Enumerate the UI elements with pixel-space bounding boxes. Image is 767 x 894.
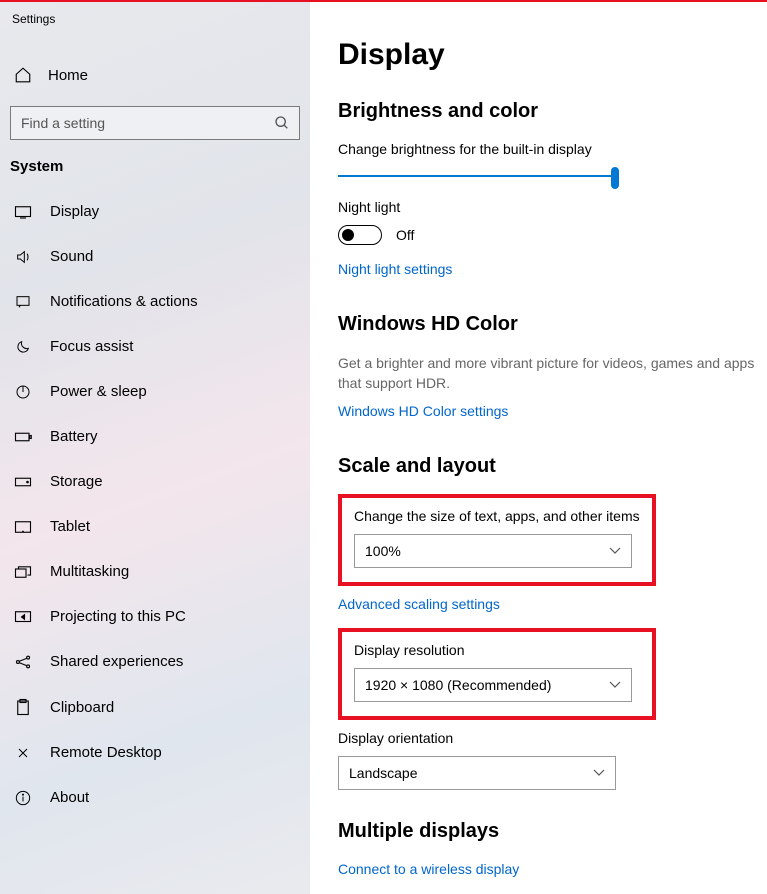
home-icon: [14, 66, 32, 84]
orientation-select[interactable]: Landscape: [338, 756, 616, 790]
notifications-icon: [14, 294, 32, 310]
chevron-down-icon: [593, 769, 605, 777]
sidebar-item-sound[interactable]: Sound: [0, 234, 310, 279]
multitasking-icon: [14, 565, 32, 579]
hdcolor-section: Windows HD Color Get a brighter and more…: [338, 313, 767, 419]
brightness-section: Brightness and color Change brightness f…: [338, 100, 767, 277]
sidebar-item-remote[interactable]: Remote Desktop: [0, 730, 310, 775]
battery-icon: [14, 431, 32, 443]
orientation-value: Landscape: [349, 765, 418, 781]
sidebar-item-notifications[interactable]: Notifications & actions: [0, 279, 310, 324]
sidebar-item-multitasking[interactable]: Multitasking: [0, 549, 310, 594]
section-title: Windows HD Color: [338, 313, 767, 336]
sidebar-item-label: Storage: [50, 473, 103, 490]
resolution-highlight-box: Display resolution 1920 × 1080 (Recommen…: [338, 628, 656, 720]
chevron-down-icon: [609, 681, 621, 689]
hdcolor-link[interactable]: Windows HD Color settings: [338, 403, 767, 419]
sidebar-item-display[interactable]: Display: [0, 189, 310, 234]
chevron-down-icon: [609, 547, 621, 555]
wireless-display-link[interactable]: Connect to a wireless display: [338, 861, 767, 877]
sidebar-item-label: About: [50, 789, 89, 806]
multiple-displays-section: Multiple displays Connect to a wireless …: [338, 820, 767, 877]
section-title: Brightness and color: [338, 100, 767, 123]
sound-icon: [14, 249, 32, 265]
nightlight-label: Night light: [338, 199, 767, 215]
advanced-scaling-link[interactable]: Advanced scaling settings: [338, 596, 767, 612]
window-title: Settings: [0, 2, 310, 36]
display-icon: [14, 205, 32, 219]
home-label: Home: [48, 67, 88, 84]
sidebar-item-shared[interactable]: Shared experiences: [0, 639, 310, 684]
resolution-select[interactable]: 1920 × 1080 (Recommended): [354, 668, 632, 702]
sidebar-item-label: Clipboard: [50, 699, 114, 716]
sidebar-item-battery[interactable]: Battery: [0, 414, 310, 459]
sidebar-item-label: Remote Desktop: [50, 744, 162, 761]
nightlight-settings-link[interactable]: Night light settings: [338, 261, 767, 277]
sidebar-item-about[interactable]: About: [0, 775, 310, 820]
storage-icon: [14, 476, 32, 488]
sidebar-item-label: Focus assist: [50, 338, 133, 355]
sidebar-item-label: Sound: [50, 248, 93, 265]
orientation-label: Display orientation: [338, 730, 767, 746]
sidebar: Settings Home System Display Sound: [0, 0, 310, 894]
sidebar-item-projecting[interactable]: Projecting to this PC: [0, 594, 310, 639]
clipboard-icon: [14, 698, 32, 716]
brightness-slider-label: Change brightness for the built-in displ…: [338, 141, 767, 157]
section-title: Multiple displays: [338, 820, 767, 843]
nav-list: Display Sound Notifications & actions Fo…: [0, 189, 310, 820]
sidebar-item-label: Shared experiences: [50, 653, 183, 670]
projecting-icon: [14, 610, 32, 624]
sidebar-item-label: Display: [50, 203, 99, 220]
section-title: Scale and layout: [338, 455, 767, 478]
resolution-label: Display resolution: [354, 642, 640, 658]
nightlight-toggle[interactable]: [338, 225, 382, 245]
slider-thumb[interactable]: [611, 167, 619, 189]
sidebar-item-power[interactable]: Power & sleep: [0, 369, 310, 414]
sidebar-item-label: Power & sleep: [50, 383, 147, 400]
hdcolor-desc: Get a brighter and more vibrant picture …: [338, 354, 767, 393]
remote-icon: [14, 745, 32, 761]
scale-section: Scale and layout Change the size of text…: [338, 455, 767, 790]
shared-icon: [14, 654, 32, 670]
power-icon: [14, 384, 32, 400]
home-nav[interactable]: Home: [0, 54, 310, 96]
scale-highlight-box: Change the size of text, apps, and other…: [338, 494, 656, 586]
sidebar-item-focus-assist[interactable]: Focus assist: [0, 324, 310, 369]
page-title: Display: [338, 38, 767, 72]
sidebar-item-label: Multitasking: [50, 563, 129, 580]
text-size-select[interactable]: 100%: [354, 534, 632, 568]
sidebar-item-clipboard[interactable]: Clipboard: [0, 684, 310, 730]
sidebar-item-label: Projecting to this PC: [50, 608, 186, 625]
info-icon: [14, 790, 32, 806]
section-label: System: [0, 158, 310, 189]
sidebar-item-label: Notifications & actions: [50, 293, 198, 310]
main-content: Display Brightness and color Change brig…: [310, 0, 767, 894]
brightness-slider[interactable]: [338, 175, 616, 177]
sidebar-item-label: Tablet: [50, 518, 90, 535]
text-size-value: 100%: [365, 543, 401, 559]
text-size-label: Change the size of text, apps, and other…: [354, 508, 640, 524]
sidebar-item-tablet[interactable]: Tablet: [0, 504, 310, 549]
sidebar-item-storage[interactable]: Storage: [0, 459, 310, 504]
resolution-value: 1920 × 1080 (Recommended): [365, 677, 551, 693]
search-input[interactable]: [10, 106, 300, 140]
sidebar-item-label: Battery: [50, 428, 98, 445]
nightlight-state: Off: [396, 227, 414, 243]
tablet-icon: [14, 520, 32, 534]
moon-icon: [14, 339, 32, 355]
